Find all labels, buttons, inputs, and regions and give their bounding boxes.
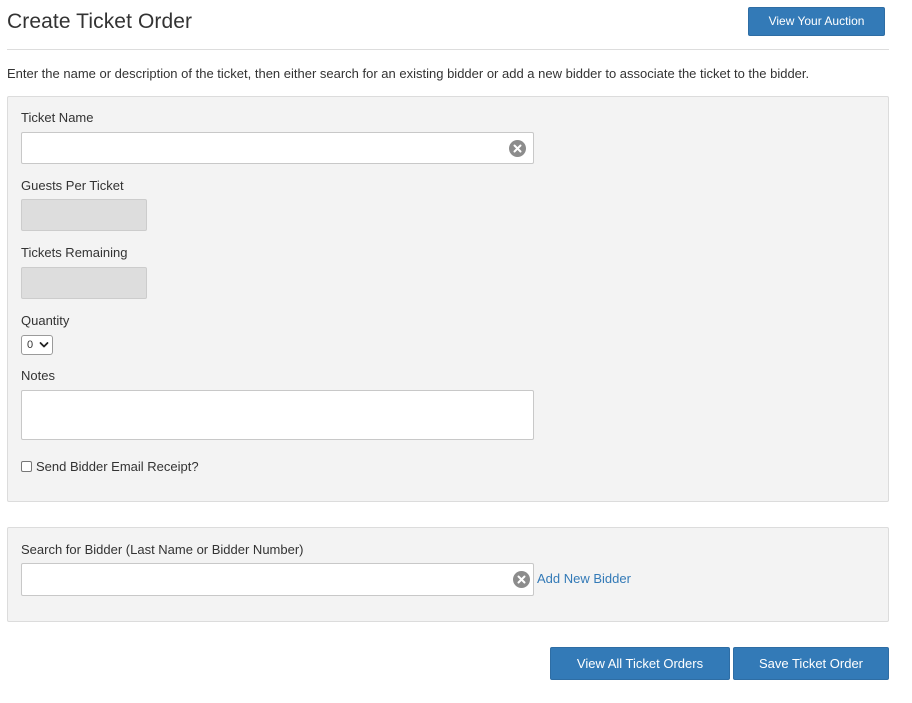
- ticket-details-panel: Ticket Name Guests Per Ticket Tickets Re…: [7, 96, 889, 502]
- quantity-selected-value: 0: [27, 339, 34, 351]
- notes-label: Notes: [21, 368, 55, 383]
- guests-per-ticket-field: [21, 199, 147, 231]
- tickets-remaining-field: [21, 267, 147, 299]
- intro-text: Enter the name or description of the tic…: [7, 66, 810, 81]
- clear-x-circle-icon[interactable]: [513, 571, 530, 588]
- bidder-search-panel: Search for Bidder (Last Name or Bidder N…: [7, 527, 889, 622]
- chevron-down-icon: [39, 339, 49, 354]
- view-your-auction-button[interactable]: View Your Auction: [748, 7, 885, 36]
- guests-per-ticket-label: Guests Per Ticket: [21, 178, 124, 193]
- bidder-search-label: Search for Bidder (Last Name or Bidder N…: [21, 542, 304, 557]
- ticket-name-input[interactable]: [21, 132, 534, 164]
- send-receipt-label[interactable]: Send Bidder Email Receipt?: [36, 459, 199, 474]
- notes-textarea[interactable]: [21, 390, 534, 440]
- page-title: Create Ticket Order: [7, 10, 193, 33]
- ticket-name-label: Ticket Name: [21, 110, 94, 125]
- quantity-select[interactable]: 0: [21, 335, 53, 355]
- header-divider: [7, 49, 889, 50]
- bidder-search-input[interactable]: [21, 563, 534, 596]
- quantity-label: Quantity: [21, 313, 70, 328]
- save-ticket-order-button[interactable]: Save Ticket Order: [733, 647, 889, 680]
- add-new-bidder-link[interactable]: Add New Bidder: [537, 571, 631, 586]
- view-all-ticket-orders-button[interactable]: View All Ticket Orders: [550, 647, 730, 680]
- clear-x-circle-icon[interactable]: [509, 140, 526, 157]
- send-receipt-checkbox[interactable]: [21, 461, 32, 472]
- tickets-remaining-label: Tickets Remaining: [21, 245, 128, 260]
